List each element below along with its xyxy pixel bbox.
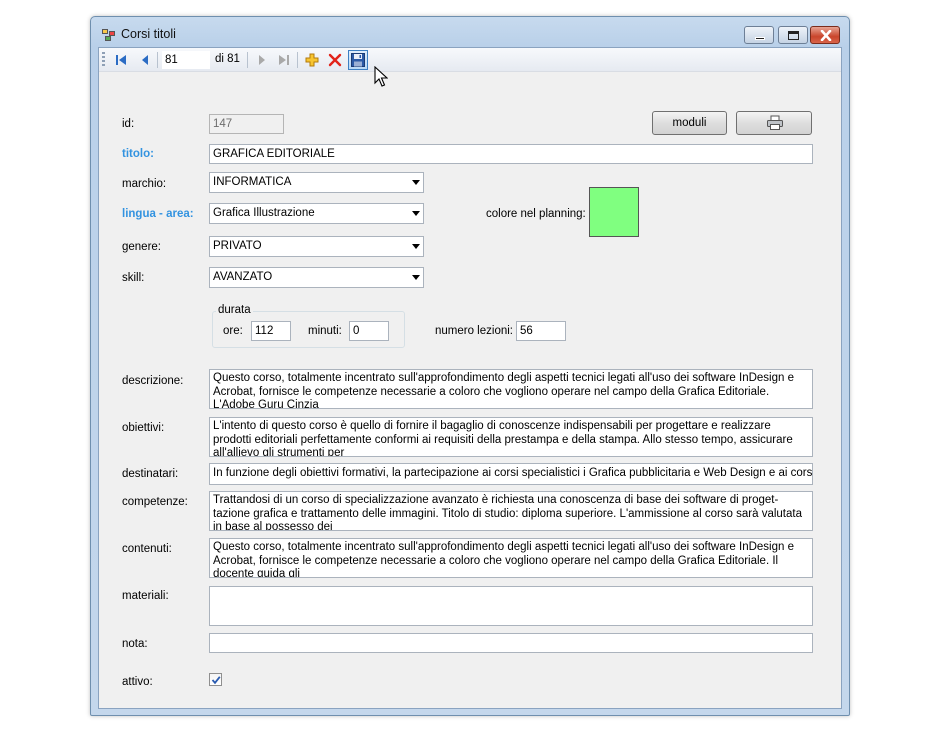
delete-record-icon[interactable]	[327, 52, 343, 68]
minuti-label: minuti:	[308, 325, 342, 337]
first-record-icon[interactable]	[113, 52, 129, 68]
destinatari-field[interactable]: In funzione degli obiettivi formativi, l…	[209, 463, 813, 485]
save-button[interactable]	[348, 50, 368, 70]
colore-label: colore nel planning:	[486, 208, 586, 220]
colore-swatch[interactable]	[589, 187, 639, 237]
obiettivi-field[interactable]: L'intento di questo corso è quello di fo…	[209, 417, 813, 457]
marchio-combo[interactable]: INFORMATICA	[209, 172, 424, 193]
titolo-field[interactable]: GRAFICA EDITORIALE	[209, 144, 813, 164]
app-icon	[102, 29, 116, 42]
maximize-button[interactable]	[778, 26, 808, 44]
chevron-down-icon[interactable]	[412, 244, 420, 249]
window-title: Corsi titoli	[121, 27, 176, 41]
skill-value: AVANZATO	[213, 271, 273, 283]
close-button[interactable]	[810, 26, 840, 44]
chevron-down-icon[interactable]	[412, 180, 420, 185]
skill-label: skill:	[122, 272, 145, 284]
ore-label: ore:	[223, 325, 243, 337]
last-record-icon[interactable]	[276, 52, 292, 68]
durata-group-title: durata	[216, 304, 253, 316]
attivo-checkbox[interactable]	[209, 673, 222, 686]
contenuti-field[interactable]: Questo corso, totalmente incentrato sull…	[209, 538, 813, 578]
add-record-icon[interactable]	[304, 52, 320, 68]
genere-value: PRIVATO	[213, 240, 262, 252]
minimize-button[interactable]	[744, 26, 774, 44]
nota-field[interactable]	[209, 633, 813, 653]
obiettivi-label: obiettivi:	[122, 422, 165, 434]
skill-combo[interactable]: AVANZATO	[209, 267, 424, 288]
chevron-down-icon[interactable]	[412, 275, 420, 280]
lingua-area-value: Grafica Illustrazione	[213, 207, 315, 219]
maximize-icon	[788, 31, 799, 40]
genere-combo[interactable]: PRIVATO	[209, 236, 424, 257]
title-bar: Corsi titoli	[91, 17, 849, 47]
minimize-icon	[755, 37, 765, 40]
mouse-cursor-icon	[374, 66, 388, 87]
chevron-down-icon[interactable]	[412, 211, 420, 216]
id-label: id:	[122, 118, 135, 130]
destinatari-label: destinatari:	[122, 468, 179, 480]
materiali-label: materiali:	[122, 590, 169, 602]
previous-record-icon[interactable]	[137, 52, 153, 68]
descrizione-field[interactable]: Questo corso, totalmente incentrato sull…	[209, 369, 813, 409]
moduli-button[interactable]: moduli	[652, 111, 727, 135]
record-count-label: di 81	[215, 53, 240, 65]
attivo-label: attivo:	[122, 676, 153, 688]
contenuti-label: contenuti:	[122, 543, 172, 555]
titolo-label: titolo:	[122, 148, 154, 160]
toolbar-grip[interactable]	[102, 52, 105, 68]
ore-field[interactable]: 112	[251, 321, 291, 341]
next-record-icon[interactable]	[254, 52, 270, 68]
nota-label: nota:	[122, 638, 148, 650]
marchio-label: marchio:	[122, 178, 167, 190]
print-button[interactable]	[736, 111, 812, 135]
competenze-field[interactable]: Trattandosi di un corso di specializzazi…	[209, 491, 813, 531]
toolbar-separator	[157, 52, 158, 68]
toolbar-separator	[247, 52, 248, 68]
printer-icon	[767, 115, 783, 130]
save-icon	[351, 53, 365, 67]
marchio-value: INFORMATICA	[213, 176, 292, 188]
toolbar-separator	[297, 52, 298, 68]
minuti-field[interactable]: 0	[349, 321, 389, 341]
close-icon	[820, 30, 832, 41]
lingua-area-combo[interactable]: Grafica Illustrazione	[209, 203, 424, 224]
materiali-field[interactable]	[209, 586, 813, 626]
position-input[interactable]	[162, 51, 210, 69]
form-client-area: di 81	[98, 47, 842, 709]
numero-lezioni-label: numero lezioni:	[435, 325, 513, 337]
numero-lezioni-field[interactable]: 56	[516, 321, 566, 341]
descrizione-label: descrizione:	[122, 375, 184, 387]
checkmark-icon	[211, 676, 221, 685]
binding-navigator: di 81	[99, 48, 841, 87]
genere-label: genere:	[122, 241, 162, 253]
id-field[interactable]: 147	[209, 114, 284, 134]
main-window: Corsi titoli di 81	[90, 16, 850, 716]
competenze-label: competenze:	[122, 496, 188, 508]
lingua-area-label: lingua - area:	[122, 208, 194, 220]
